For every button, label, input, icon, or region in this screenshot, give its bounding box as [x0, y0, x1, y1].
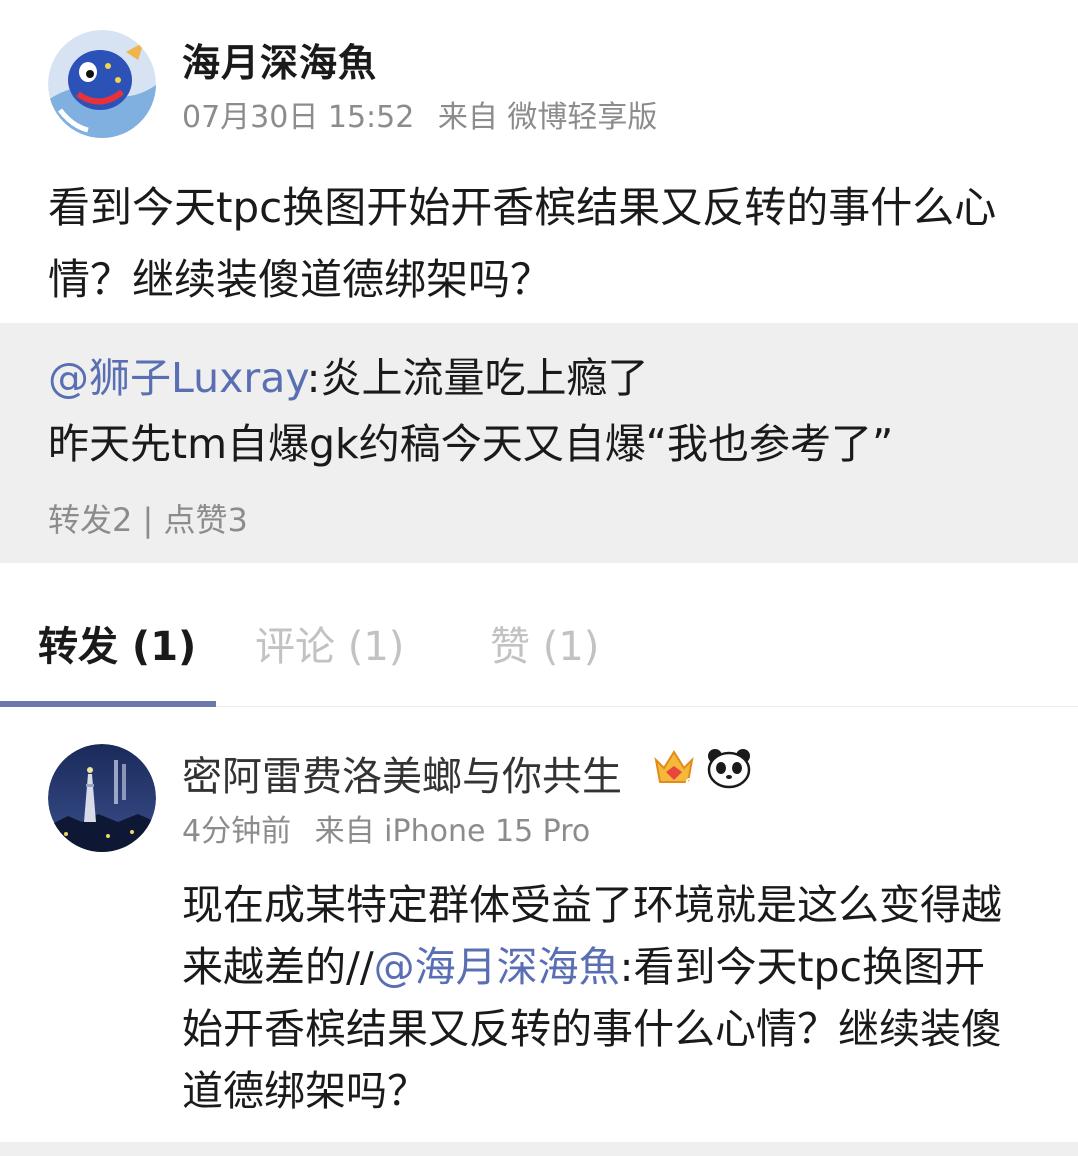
quoted-line-1: @狮子Luxray:炎上流量吃上瘾了: [48, 345, 1048, 411]
interaction-tabs: 转发 (1) 评论 (1) 赞 (1): [0, 580, 1078, 708]
author-avatar[interactable]: [48, 30, 156, 138]
post-meta: 07月30日 15:52 来自 微博轻享版: [182, 92, 671, 136]
active-tab-indicator: [0, 701, 216, 707]
crown-level-text: 6: [685, 776, 693, 790]
quoted-line-1-text: :炎上流量吃上瘾了: [306, 354, 649, 402]
quoted-post[interactable]: @狮子Luxray:炎上流量吃上瘾了 昨天先tm自爆gk约稿今天又自爆“我也参考…: [0, 323, 1078, 563]
quoted-mention-link[interactable]: @狮子Luxray: [48, 354, 307, 402]
quoted-post-stats: 转发2 | 点赞3: [48, 501, 248, 539]
repost-text: 现在成某特定群体受益了环境就是这么变得越来越差的//@海月深海魚:看到今天tpc…: [182, 874, 1022, 1122]
panda-badge-icon[interactable]: [706, 746, 752, 790]
author-name[interactable]: 海月深海魚: [182, 32, 377, 87]
reposter-name[interactable]: 密阿雷费洛美螂与你共生: [182, 744, 622, 802]
reposter-avatar-image: [48, 744, 156, 852]
repost-meta: 4分钟前 来自 iPhone 15 Pro: [182, 806, 604, 850]
repost-source: 来自 iPhone 15 Pro: [314, 814, 591, 849]
quoted-line-2: 昨天先tm自爆gk约稿今天又自爆“我也参考了”: [48, 420, 894, 468]
tab-repost[interactable]: 转发 (1): [38, 614, 196, 672]
repost-time: 4分钟前: [182, 814, 292, 849]
tab-comment[interactable]: 评论 (1): [255, 614, 404, 672]
post-source: 来自 微博轻享版: [437, 100, 658, 135]
reposter-avatar[interactable]: [48, 744, 156, 852]
tab-divider: [216, 706, 1078, 707]
author-avatar-image: [48, 30, 156, 138]
post-header: 海月深海魚 07月30日 15:52 来自 微博轻享版: [0, 0, 1078, 160]
repost-item: 密阿雷费洛美螂与你共生 6 4分钟前 来自 iPhone 15 Pro 现在成某…: [0, 720, 1078, 1144]
crown-badge-icon[interactable]: 6: [652, 746, 696, 790]
repost-mention-link[interactable]: @海月深海魚: [374, 943, 620, 991]
post-date: 07月30日 15:52: [182, 100, 415, 135]
tab-like[interactable]: 赞 (1): [490, 614, 599, 672]
quoted-post-text: @狮子Luxray:炎上流量吃上瘾了 昨天先tm自爆gk约稿今天又自爆“我也参考…: [48, 345, 1048, 477]
bottom-separator: [0, 1142, 1078, 1156]
post-text: 看到今天tpc换图开始开香槟结果又反转的事什么心情？继续装傻道德绑架吗？: [48, 183, 997, 304]
